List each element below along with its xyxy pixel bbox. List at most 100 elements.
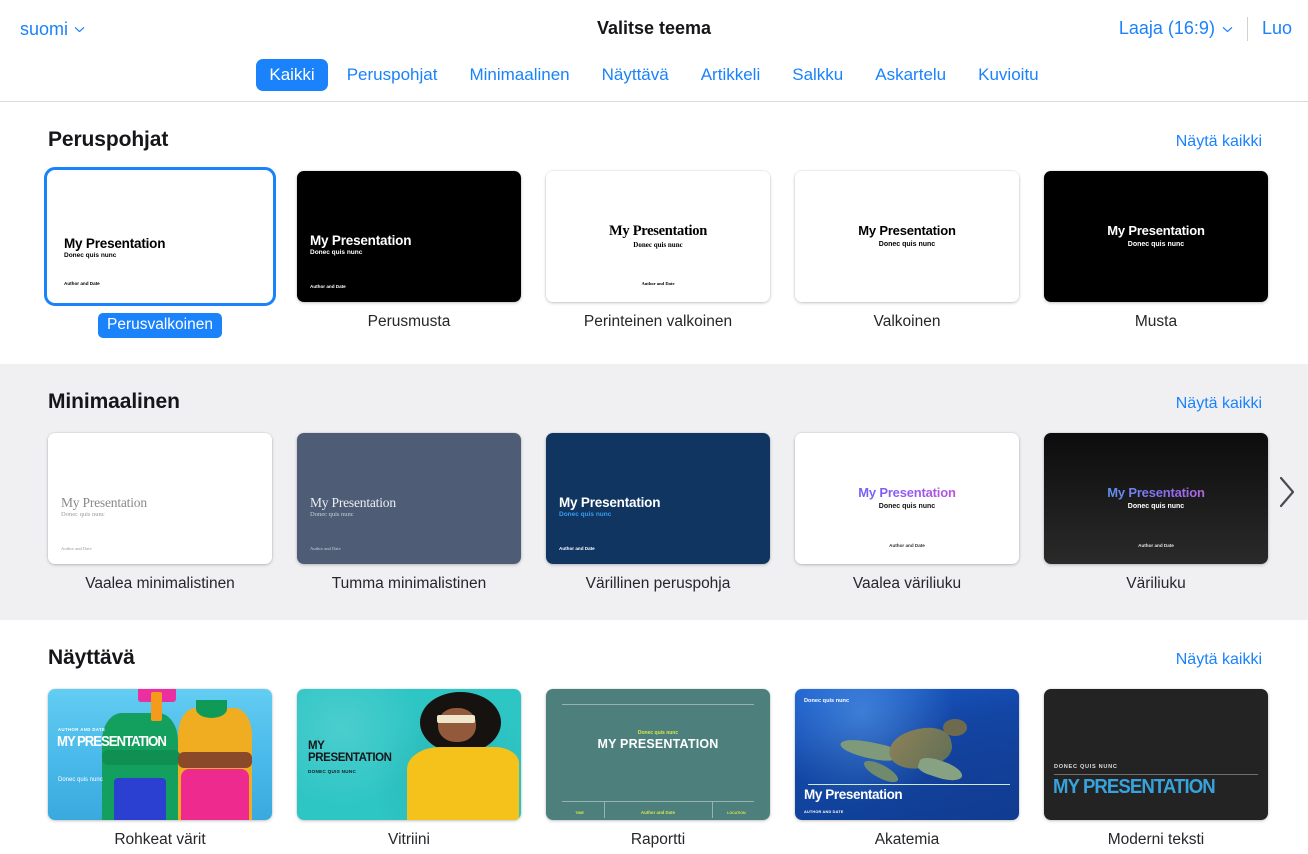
slide-title: My Presentation [310, 495, 396, 511]
theme-card[interactable]: AUTHOR AND DATEMY PRESENTATIONDonec quis… [48, 689, 272, 850]
theme-thumbnail-frame[interactable]: My PresentationDonec quis nuncAuthor and… [546, 433, 770, 564]
theme-thumbnail[interactable]: My PresentationDonec quis nuncAuthor and… [297, 171, 521, 302]
theme-row: My Presentation Donec quis nunc Author and… [0, 414, 1308, 594]
theme-thumbnail[interactable]: My PresentationDonec quis nuncAuthor and… [1044, 433, 1268, 564]
theme-card[interactable]: My PresentationDonec quis nuncValkoinen [795, 171, 1019, 338]
theme-thumbnail-frame[interactable]: My PresentationDonec quis nuncAuthor and… [795, 433, 1019, 564]
photo-detail [437, 715, 475, 722]
theme-thumbnail[interactable]: DONEC QUIS NUNCMY PRESENTATION [1044, 689, 1268, 820]
slide-subtitle: Donec quis nunc [795, 503, 1019, 510]
chevron-down-icon [74, 24, 85, 35]
theme-thumbnail-frame[interactable]: My PresentationDonec quis nuncAuthor and… [546, 171, 770, 302]
theme-chooser-window: suomi Valitse teema Laaja (16:9) Luo Kai… [0, 0, 1308, 854]
divider [562, 801, 755, 802]
show-all-link[interactable]: Näytä kaikki [1176, 133, 1262, 151]
slide-subtitle: Donec quis nunc [61, 511, 105, 518]
theme-thumbnail-frame[interactable]: My PresentationDonec quis nunc [1044, 171, 1268, 302]
theme-thumbnail[interactable]: AUTHOR AND DATEMY PRESENTATIONDonec quis… [48, 689, 272, 820]
theme-thumbnail[interactable]: My PresentationDonec quis nunc [1044, 171, 1268, 302]
header-toolbar: suomi Valitse teema Laaja (16:9) Luo [0, 0, 1308, 57]
theme-thumbnail[interactable]: My PresentationDonec quis nuncAuthor and… [546, 171, 770, 302]
create-button[interactable]: Luo [1248, 18, 1292, 39]
theme-list-scroll-area[interactable]: PeruspohjatNäytä kaikkiMy PresentationDo… [0, 102, 1308, 854]
theme-thumbnail[interactable]: MYPRESENTATIONDONEC QUIS NUNC [297, 689, 521, 820]
slide-subtitle: Donec quis nunc [795, 241, 1019, 248]
theme-thumbnail-frame[interactable]: Donec quis nuncMY PRESENTATIONTIMEAuthor… [546, 689, 770, 820]
show-all-link[interactable]: Näytä kaikki [1176, 395, 1262, 413]
theme-thumbnail-frame[interactable]: My PresentationDonec quis nunc [795, 171, 1019, 302]
theme-card[interactable]: My PresentationDonec quis nuncAuthor and… [1044, 433, 1268, 594]
theme-name-label: Perinteinen valkoinen [546, 302, 770, 332]
divider [1054, 774, 1258, 775]
theme-card[interactable]: My PresentationDonec quis nuncAuthor and… [297, 433, 521, 594]
theme-thumbnail-frame[interactable]: AUTHOR AND DATEMY PRESENTATIONDonec quis… [48, 689, 272, 820]
theme-card[interactable]: My PresentationDonec quis nuncAuthor and… [48, 433, 272, 594]
theme-card[interactable]: My PresentationDonec quis nuncAuthor and… [546, 433, 770, 594]
row-spacer [0, 850, 1308, 854]
photo-detail [438, 708, 476, 742]
slide-subtitle: DONEC QUIS NUNC [1054, 764, 1118, 770]
slide-author: Author and Date [310, 284, 346, 289]
slide-title: My Presentation [310, 233, 411, 248]
theme-thumbnail[interactable]: Donec quis nuncMY PRESENTATIONTIMEAuthor… [546, 689, 770, 820]
theme-thumbnail[interactable]: Donec quis nuncMy PresentationAUTHOR AND… [795, 689, 1019, 820]
theme-card[interactable]: My PresentationDonec quis nuncAuthor and… [546, 171, 770, 338]
photo-detail [178, 752, 252, 768]
theme-thumbnail[interactable]: My PresentationDonec quis nuncAuthor and… [546, 433, 770, 564]
show-all-link[interactable]: Näytä kaikki [1176, 651, 1262, 669]
aspect-ratio-dropdown[interactable]: Laaja (16:9) [1119, 18, 1247, 39]
tab-minimaalinen[interactable]: Minimaalinen [456, 59, 582, 90]
theme-thumbnail-frame[interactable]: MYPRESENTATIONDONEC QUIS NUNC [297, 689, 521, 820]
theme-thumbnail-frame[interactable]: Donec quis nuncMy PresentationAUTHOR AND… [795, 689, 1019, 820]
theme-thumbnail[interactable]: My PresentationDonec quis nunc [795, 171, 1019, 302]
slide-subtitle: Donec quis nunc [64, 252, 116, 259]
slide-title: My Presentation [795, 485, 1019, 500]
chevron-down-icon [1222, 24, 1233, 35]
slide-author: Author and Date [310, 546, 341, 551]
slide-subtitle: Donec quis nunc [546, 241, 770, 249]
theme-thumbnail-frame[interactable]: My PresentationDonec quis nuncAuthor and… [48, 433, 272, 564]
theme-thumbnail-frame[interactable]: My PresentationDonec quis nuncAuthor and… [44, 167, 276, 306]
theme-card[interactable]: My PresentationDonec quis nuncAuthor and… [297, 171, 521, 338]
header-right-group: Laaja (16:9) Luo [1119, 17, 1292, 41]
theme-card[interactable]: MYPRESENTATIONDONEC QUIS NUNCVitriini [297, 689, 521, 850]
tab-kaikki[interactable]: Kaikki [256, 59, 327, 90]
theme-card[interactable]: My PresentationDonec quis nuncAuthor and… [48, 171, 272, 338]
theme-card[interactable]: My PresentationDonec quis nuncMusta [1044, 171, 1268, 338]
slide-subtitle: Donec quis nunc [58, 777, 103, 783]
theme-card[interactable]: Donec quis nuncMy PresentationAUTHOR AND… [795, 689, 1019, 850]
theme-thumbnail-frame[interactable]: My PresentationDonec quis nuncAuthor and… [1044, 433, 1268, 564]
tab-kuvioitu[interactable]: Kuvioitu [965, 59, 1051, 90]
language-dropdown[interactable]: suomi [20, 20, 85, 38]
theme-name-label: Perusmusta [297, 302, 521, 332]
theme-card[interactable]: My PresentationDonec quis nuncAuthor and… [795, 433, 1019, 594]
theme-name-label: Väriliuku [1044, 564, 1268, 594]
chevron-right-icon[interactable] [1266, 364, 1308, 620]
slide-title: MY PRESENTATION [546, 737, 770, 751]
theme-name-label: Valkoinen [795, 302, 1019, 332]
theme-thumbnail[interactable]: My PresentationDonec quis nuncAuthor and… [48, 433, 272, 564]
theme-name-label: Raportti [546, 820, 770, 850]
photo-figure [407, 747, 519, 820]
tab-salkku[interactable]: Salkku [779, 59, 856, 90]
tab-n-ytt-v-[interactable]: Näyttävä [589, 59, 682, 90]
theme-section: PeruspohjatNäytä kaikkiMy PresentationDo… [0, 102, 1308, 364]
theme-thumbnail-frame[interactable]: DONEC QUIS NUNCMY PRESENTATION [1044, 689, 1268, 820]
theme-thumbnail-frame[interactable]: My PresentationDonec quis nuncAuthor and… [297, 433, 521, 564]
slide-title: My Presentation [546, 223, 770, 240]
theme-thumbnail[interactable]: My PresentationDonec quis nuncAuthor and… [51, 174, 269, 299]
theme-thumbnail[interactable]: My PresentationDonec quis nuncAuthor and… [795, 433, 1019, 564]
language-label: suomi [20, 20, 68, 38]
theme-sections: PeruspohjatNäytä kaikkiMy PresentationDo… [0, 102, 1308, 854]
slide-title: My Presentation [1044, 485, 1268, 500]
tab-askartelu[interactable]: Askartelu [862, 59, 959, 90]
tab-artikkeli[interactable]: Artikkeli [688, 59, 774, 90]
theme-thumbnail[interactable]: My PresentationDonec quis nuncAuthor and… [297, 433, 521, 564]
theme-name-label: Tumma minimalistinen [297, 564, 521, 594]
tab-peruspohjat[interactable]: Peruspohjat [334, 59, 451, 90]
theme-card[interactable]: DONEC QUIS NUNCMY PRESENTATIONModerni te… [1044, 689, 1268, 850]
theme-thumbnail-frame[interactable]: My PresentationDonec quis nuncAuthor and… [297, 171, 521, 302]
slide-author: AUTHOR AND DATE [58, 727, 105, 732]
slide-title: My Presentation [64, 236, 165, 251]
theme-card[interactable]: Donec quis nuncMY PRESENTATIONTIMEAuthor… [546, 689, 770, 850]
